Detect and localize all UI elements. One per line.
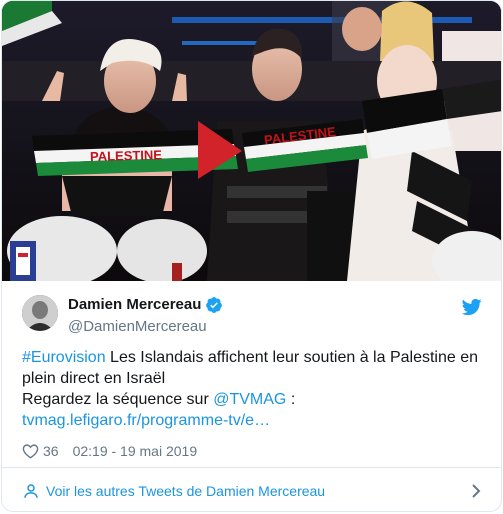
banner-text-left: PALESTINE: [90, 147, 163, 164]
photo-scene: PALESTINE PALESTINE: [2, 1, 501, 281]
author-handle[interactable]: @DamienMercereau: [68, 317, 223, 337]
like-count: 36: [43, 443, 59, 459]
url-link[interactable]: tvmag.lefigaro.fr/programme-tv/e…: [22, 412, 270, 429]
tweet-text-line-3-suffix: :: [286, 391, 296, 408]
mention-link[interactable]: @TVMAG: [213, 391, 286, 408]
heart-icon[interactable]: [22, 443, 39, 459]
tweet-text-line-1-rest: Les Islandais affichent leur soutien à l…: [105, 349, 478, 366]
tweet-meta: 36 02:19 - 19 mai 2019: [22, 441, 197, 461]
author-display-name[interactable]: Damien Mercereau: [68, 295, 201, 315]
tweet-timestamp[interactable]: 02:19 - 19 mai 2019: [73, 443, 198, 459]
verified-badge-icon: [206, 297, 223, 313]
avatar[interactable]: [22, 295, 58, 331]
author-names: Damien Mercereau @DamienMercereau: [68, 295, 223, 337]
chevron-right-icon: [472, 484, 481, 498]
tweet-text-line-2: plein direct en Israël: [22, 370, 166, 387]
tweet-author: Damien Mercereau @DamienMercereau: [22, 295, 482, 339]
more-tweets-link[interactable]: Voir les autres Tweets de Damien Mercere…: [46, 483, 325, 499]
display-name-row: Damien Mercereau: [68, 295, 223, 315]
tweet-text-line-3: Regardez la séquence sur @TVMAG :: [22, 389, 487, 410]
tweet-photo[interactable]: PALESTINE PALESTINE: [2, 1, 501, 281]
avatar-image: [22, 295, 58, 331]
tweet-text-line-1: #Eurovision Les Islandais affichent leur…: [22, 347, 487, 368]
user-icon: [24, 483, 38, 498]
tweet-text: #Eurovision Les Islandais affichent leur…: [22, 347, 487, 431]
more-tweets-footer[interactable]: Voir les autres Tweets de Damien Mercere…: [2, 467, 501, 511]
hashtag-link[interactable]: #Eurovision: [22, 349, 106, 366]
twitter-bird-icon[interactable]: [462, 297, 482, 317]
tweet-text-line-4: tvmag.lefigaro.fr/programme-tv/e…: [22, 410, 487, 431]
tweet-text-line-3-prefix: Regardez la séquence sur: [22, 391, 214, 408]
embedded-tweet-card: PALESTINE PALESTINE Damien Mercereau @Da…: [1, 0, 502, 512]
